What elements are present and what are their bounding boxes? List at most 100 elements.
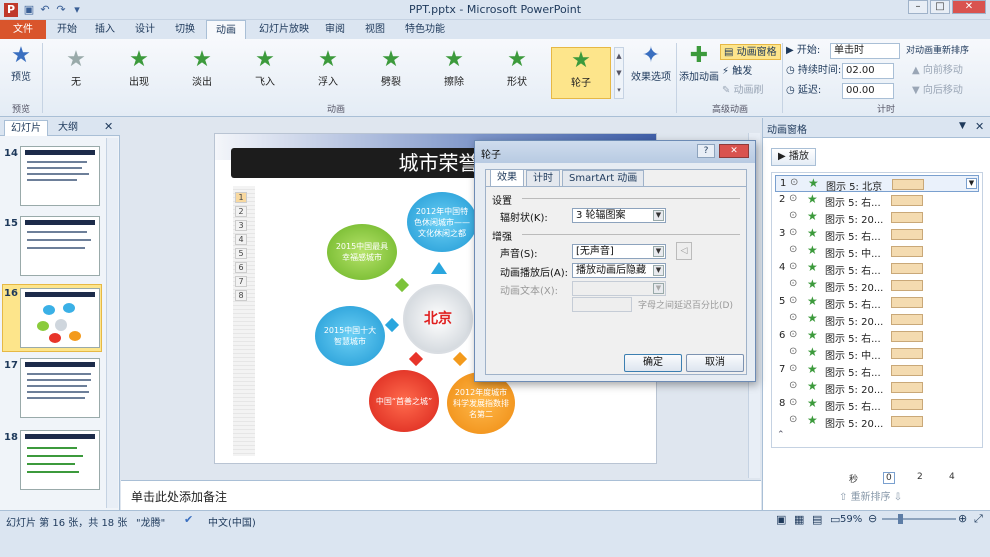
slideshow-view-icon[interactable]: ▭: [830, 513, 840, 526]
anim-wheel[interactable]: ★ 轮子: [551, 47, 611, 99]
anim-list-item[interactable]: ⊙ ★ 图示 5: 20...: [775, 379, 979, 396]
after-animation-value: 播放动画后隐藏: [576, 265, 646, 276]
ok-button[interactable]: 确定: [624, 354, 682, 372]
start-select[interactable]: 单击时: [830, 43, 900, 59]
tab-review[interactable]: 审阅: [316, 20, 354, 39]
close-icon[interactable]: ✕: [952, 0, 986, 14]
tab-timing[interactable]: 计时: [526, 170, 560, 186]
anim-list-item[interactable]: 8 ⊙ ★ 图示 5: 右...: [775, 396, 979, 413]
add-animation-button[interactable]: ✚ 添加动画: [679, 43, 719, 83]
trigger-button[interactable]: ⚡ 触发: [722, 64, 752, 80]
slides-scrollbar[interactable]: [106, 138, 118, 508]
maximize-icon[interactable]: □: [930, 0, 950, 14]
tab-home[interactable]: 开始: [48, 20, 86, 39]
tab-features[interactable]: 特色功能: [396, 20, 454, 39]
anim-list-item[interactable]: 5 ⊙ ★ 图示 5: 右...: [775, 294, 979, 311]
reorder-controls[interactable]: ⇧ 重新排序 ⇩: [839, 488, 902, 503]
anim-list-item[interactable]: 7 ⊙ ★ 图示 5: 右...: [775, 362, 979, 379]
cloud-shape[interactable]: 2015中国十大智慧城市: [315, 306, 385, 366]
slide-thumbnail[interactable]: [20, 430, 100, 490]
spokes-select[interactable]: 3 轮辐图案 ▼: [572, 208, 666, 223]
anim-list-item[interactable]: 6 ⊙ ★ 图示 5: 右...: [775, 328, 979, 345]
sorter-view-icon[interactable]: ▦: [794, 513, 804, 526]
delay-input[interactable]: 00.00: [842, 83, 894, 99]
minimize-icon[interactable]: –: [908, 0, 928, 14]
zoom-slider-thumb[interactable]: [898, 514, 903, 524]
anim-list-item[interactable]: ⊙ ★ 图示 5: 20...: [775, 311, 979, 328]
anim-none[interactable]: ★ 无: [46, 47, 106, 99]
tab-design[interactable]: 设计: [126, 20, 164, 39]
slide-thumbnail[interactable]: [20, 146, 100, 206]
zoom-slider[interactable]: [882, 518, 956, 520]
move-earlier-button[interactable]: ▲ 向前移动: [912, 63, 963, 79]
duration-input[interactable]: 02.00: [842, 63, 894, 79]
animate-text-select[interactable]: ▼: [572, 281, 666, 296]
slide-thumbnail-current[interactable]: [20, 288, 100, 348]
anim-list-item[interactable]: 1 ⊙ ★ 图示 5: 北京 ▼: [775, 175, 979, 193]
tab-file[interactable]: 文件: [0, 20, 46, 39]
cloud-shape[interactable]: 2015中国最具幸福感城市: [327, 224, 397, 280]
anim-float-in[interactable]: ★ 浮入: [298, 47, 358, 99]
delay-percent-input[interactable]: [572, 297, 632, 312]
anim-painter-button[interactable]: ✎ 动画刷: [722, 83, 764, 99]
tab-transitions[interactable]: 切换: [166, 20, 204, 39]
tab-smartart[interactable]: SmartArt 动画: [562, 170, 645, 186]
window-title: PPT.pptx - Microsoft PowerPoint: [408, 3, 582, 16]
cancel-button[interactable]: 取消: [686, 354, 744, 372]
thumb-title-bar: [25, 362, 95, 367]
anim-list-item[interactable]: ⊙ ★ 图示 5: 20...: [775, 209, 979, 226]
slide-thumbnail[interactable]: [20, 358, 100, 418]
tab-effect[interactable]: 效果: [490, 169, 524, 186]
tab-slides[interactable]: 幻灯片: [4, 120, 48, 136]
anim-list-item[interactable]: ⊙ ★ 图示 5: 20...: [775, 277, 979, 294]
anim-order-tag: 7: [235, 276, 247, 287]
collapse-icon[interactable]: ⌃: [777, 430, 785, 440]
anim-list-item[interactable]: ⊙ ★ 图示 5: 中...: [775, 243, 979, 260]
tab-insert[interactable]: 插入: [86, 20, 124, 39]
close-panel-icon[interactable]: ✕: [104, 120, 113, 133]
normal-view-icon[interactable]: ▣: [776, 513, 786, 526]
anim-pane-button[interactable]: ▤ 动画窗格: [720, 44, 781, 60]
pane-menu-icon[interactable]: ▼: [959, 121, 966, 131]
tab-outline[interactable]: 大纲: [52, 120, 84, 136]
center-circle[interactable]: 北京: [403, 284, 473, 354]
anim-split[interactable]: ★ 劈裂: [361, 47, 421, 99]
anim-list-item[interactable]: ⊙ ★ 图示 5: 20...: [775, 413, 979, 430]
after-animation-select[interactable]: 播放动画后隐藏 ▼: [572, 263, 666, 278]
sound-select[interactable]: [无声音] ▼: [572, 244, 666, 259]
anim-list-item[interactable]: 4 ⊙ ★ 图示 5: 右...: [775, 260, 979, 277]
anim-fly-in[interactable]: ★ 飞入: [235, 47, 295, 99]
pane-close-icon[interactable]: ✕: [975, 120, 984, 133]
timeline-bar: [891, 382, 923, 393]
spellcheck-icon[interactable]: ✔: [184, 513, 193, 526]
cloud-shape[interactable]: 中国“首善之城”: [369, 370, 439, 432]
chevron-down-icon[interactable]: ▼: [966, 178, 977, 189]
anim-shape[interactable]: ★ 形状: [487, 47, 547, 99]
thumb-cloud: [49, 333, 61, 343]
anim-appear[interactable]: ★ 出现: [109, 47, 169, 99]
zoom-out-icon[interactable]: ⊖: [868, 512, 877, 525]
move-later-button[interactable]: ▼ 向后移动: [912, 83, 963, 99]
cloud-shape[interactable]: 2012年中国特色休闲城市——文化休闲之都: [407, 192, 477, 252]
anim-fade[interactable]: ★ 淡出: [172, 47, 232, 99]
reading-view-icon[interactable]: ▤: [812, 513, 822, 526]
play-button[interactable]: ▶ 播放: [771, 148, 816, 166]
notes-pane[interactable]: 单击此处添加备注: [121, 480, 761, 510]
effect-options-button[interactable]: ✦ 效果选项: [628, 43, 674, 83]
tab-slideshow[interactable]: 幻灯片放映: [250, 20, 318, 39]
tab-view[interactable]: 视图: [356, 20, 394, 39]
anim-wipe[interactable]: ★ 擦除: [424, 47, 484, 99]
anim-target: 图示 5: 中...: [825, 249, 881, 260]
anim-list-item[interactable]: 3 ⊙ ★ 图示 5: 右...: [775, 226, 979, 243]
speaker-icon[interactable]: ◁: [676, 242, 692, 260]
preview-button[interactable]: ★ 预览: [4, 43, 38, 83]
help-icon[interactable]: ?: [697, 144, 715, 158]
fit-window-icon[interactable]: ⤢: [974, 512, 983, 526]
gallery-scroll[interactable]: ▲ ▼ ▾: [614, 47, 624, 99]
slide-thumbnail[interactable]: [20, 216, 100, 276]
zoom-in-icon[interactable]: ⊕: [958, 512, 967, 525]
dialog-close-icon[interactable]: ✕: [719, 144, 749, 158]
anim-list-item[interactable]: 2 ⊙ ★ 图示 5: 右...: [775, 192, 979, 209]
tab-animations[interactable]: 动画: [206, 20, 246, 40]
anim-list-item[interactable]: ⊙ ★ 图示 5: 中...: [775, 345, 979, 362]
